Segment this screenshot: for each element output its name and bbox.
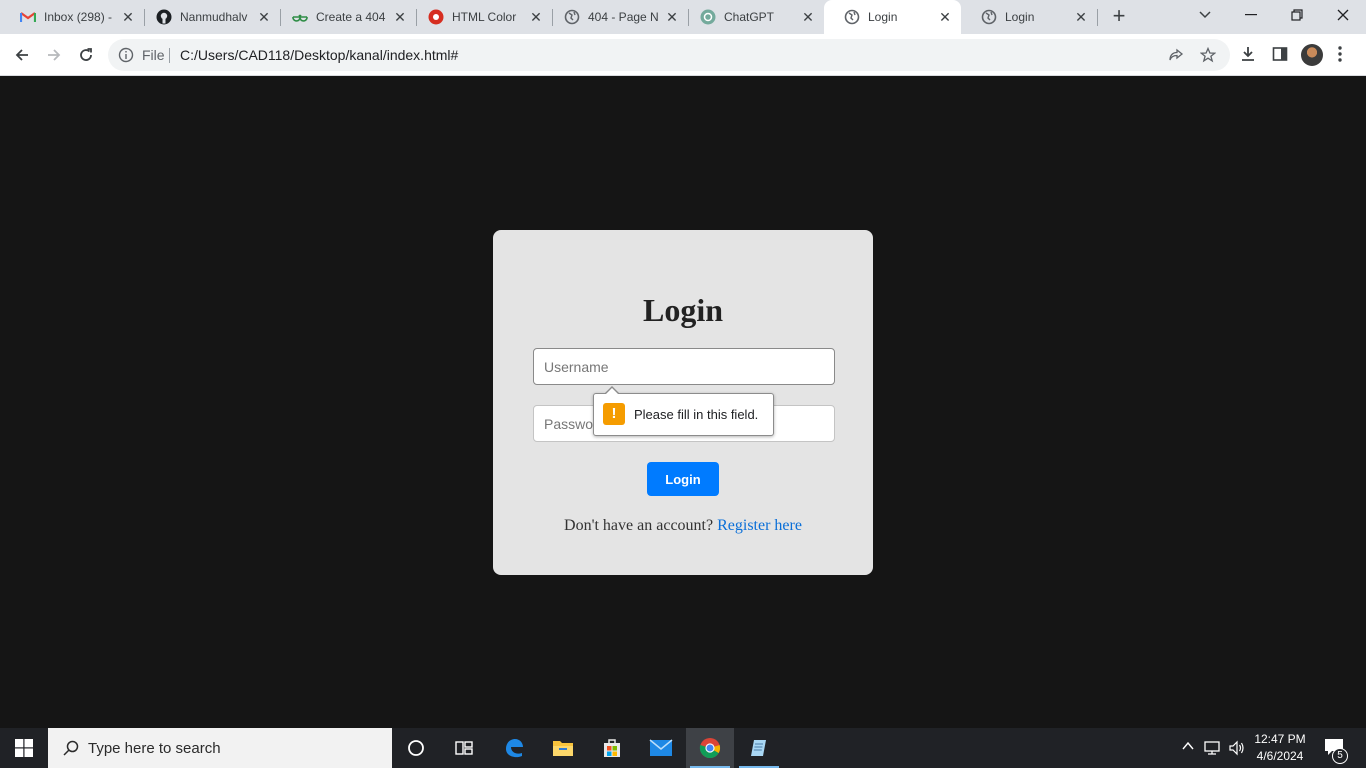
globe-icon: [844, 9, 860, 25]
tab-404-page[interactable]: 404 - Page N ✕: [544, 0, 688, 34]
mail-icon: [649, 739, 673, 756]
network-icon[interactable]: [1203, 740, 1221, 759]
github-icon: [156, 9, 172, 25]
username-input[interactable]: [533, 348, 835, 385]
chatgpt-icon: [700, 9, 716, 25]
close-icon[interactable]: ✕: [800, 9, 816, 25]
register-link[interactable]: Register here: [717, 517, 802, 534]
tab-title: Login: [868, 10, 898, 24]
browser-toolbar: File C:/Users/CAD118/Desktop/kanal/index…: [0, 34, 1366, 76]
tab-title: Login: [1005, 10, 1035, 24]
taskbar-search-box[interactable]: Type here to search: [48, 728, 392, 768]
taskbar: Type here to search 12:47 PM 4/6/2024 5: [0, 728, 1366, 768]
url-text[interactable]: C:/Users/CAD118/Desktop/kanal/index.html…: [180, 47, 458, 63]
chrome-icon: [699, 738, 721, 759]
minimize-icon: [1245, 14, 1257, 16]
globe-icon: [564, 9, 580, 25]
bookmark-star-icon[interactable]: [1199, 46, 1217, 68]
arrow-right-icon: [48, 49, 61, 61]
tab-geeksforgeeks[interactable]: Create a 404 ✕: [272, 0, 416, 34]
validation-tooltip: ! Please fill in this field.: [593, 386, 774, 436]
search-icon: [62, 739, 80, 762]
search-placeholder: Type here to search: [88, 740, 221, 757]
tab-login[interactable]: Login ✕: [961, 0, 1097, 34]
file-explorer-button[interactable]: [539, 728, 587, 768]
divider: [169, 48, 170, 63]
reload-button[interactable]: [72, 41, 100, 69]
info-icon[interactable]: [118, 47, 134, 68]
close-icon[interactable]: ✕: [392, 9, 408, 25]
file-explorer-icon: [553, 741, 573, 756]
tab-login-active[interactable]: Login ✕: [824, 0, 961, 34]
arrow-left-icon: [15, 49, 28, 61]
notepad-button[interactable]: [735, 728, 783, 768]
login-button[interactable]: Login: [647, 462, 719, 496]
microsoft-store-icon: [604, 739, 620, 757]
edge-button[interactable]: [490, 728, 538, 768]
menu-kebab-icon[interactable]: [1337, 45, 1343, 68]
edge-icon: [506, 739, 523, 758]
minimize-button[interactable]: [1228, 0, 1274, 30]
task-view-icon: [455, 741, 473, 755]
tab-title: HTML Color: [452, 10, 517, 24]
tab-chatgpt[interactable]: ChatGPT ✕: [680, 0, 824, 34]
windows-logo-icon: [15, 739, 33, 757]
scheme-chip: File: [142, 47, 165, 63]
tab-title: Create a 404: [316, 10, 386, 24]
validation-message: Please fill in this field.: [634, 407, 759, 422]
close-icon[interactable]: ✕: [937, 9, 953, 25]
address-bar[interactable]: File C:/Users/CAD118/Desktop/kanal/index…: [108, 39, 1230, 71]
reload-icon: [80, 48, 92, 61]
forward-button[interactable]: [40, 41, 68, 69]
restore-button[interactable]: [1274, 0, 1320, 30]
warning-icon: !: [603, 403, 625, 425]
tab-strip: Inbox (298) - ✕ Nanmudhalv ✕ Create a 40…: [0, 0, 1366, 34]
side-panel-icon[interactable]: [1271, 45, 1289, 68]
tab-search-button[interactable]: [1182, 0, 1228, 30]
login-title: Login: [642, 292, 724, 328]
color-picker-icon: [428, 9, 444, 25]
close-window-button[interactable]: [1320, 0, 1366, 30]
geeksforgeeks-icon: [292, 9, 308, 25]
tab-title: 404 - Page N: [588, 10, 659, 24]
notepad-icon: [751, 740, 766, 756]
notification-count-badge: 5: [1332, 748, 1348, 764]
avatar[interactable]: [1301, 44, 1323, 66]
clock-time: 12:47 PM: [1254, 732, 1306, 746]
close-icon[interactable]: ✕: [1073, 9, 1089, 25]
close-icon: [1337, 9, 1349, 21]
download-icon[interactable]: [1239, 45, 1257, 68]
tab-separator: [1097, 9, 1098, 26]
start-button[interactable]: [0, 728, 48, 768]
new-tab-button[interactable]: +: [1107, 5, 1131, 29]
restore-icon: [1291, 9, 1303, 21]
mail-button[interactable]: [637, 728, 685, 768]
close-icon[interactable]: ✕: [664, 9, 680, 25]
tab-github[interactable]: Nanmudhalv ✕: [136, 0, 280, 34]
clock-date: 4/6/2024: [1256, 749, 1304, 763]
tab-title: ChatGPT: [724, 10, 775, 24]
task-view-button[interactable]: [440, 728, 488, 768]
tab-title: Nanmudhalv: [180, 10, 248, 24]
share-icon[interactable]: [1168, 47, 1184, 68]
gmail-icon: [20, 9, 36, 25]
close-icon[interactable]: ✕: [256, 9, 272, 25]
cortana-button[interactable]: [392, 728, 440, 768]
register-prompt: Don't have an account? Register here: [493, 517, 873, 535]
chevron-down-icon: [1199, 11, 1211, 19]
volume-icon[interactable]: [1228, 740, 1246, 759]
microsoft-store-button[interactable]: [588, 728, 636, 768]
close-icon[interactable]: ✕: [528, 9, 544, 25]
tab-title: Inbox (298) -: [44, 10, 113, 24]
system-clock[interactable]: 12:47 PM 4/6/2024: [1254, 731, 1306, 765]
back-button[interactable]: [8, 41, 36, 69]
chevron-up-icon[interactable]: [1182, 740, 1194, 755]
chrome-button[interactable]: [686, 728, 734, 768]
close-icon[interactable]: ✕: [120, 9, 136, 25]
register-prompt-text: Don't have an account?: [564, 517, 714, 534]
tab-html-color[interactable]: HTML Color ✕: [408, 0, 552, 34]
tab-gmail[interactable]: Inbox (298) - ✕: [0, 0, 144, 34]
globe-icon: [981, 9, 997, 25]
cortana-icon: [408, 740, 424, 756]
